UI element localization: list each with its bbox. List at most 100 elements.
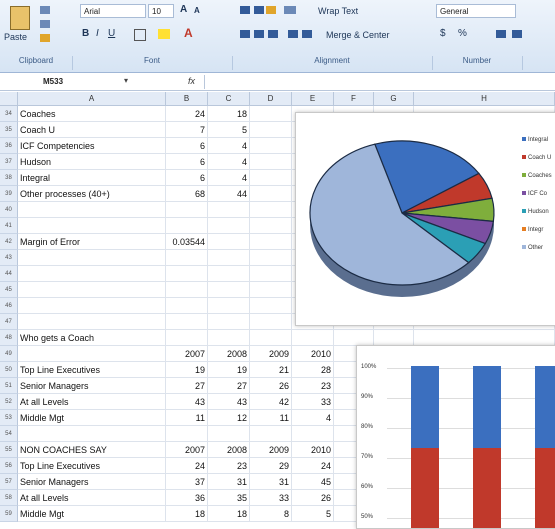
cell-c[interactable] bbox=[208, 266, 250, 282]
cell-e[interactable]: 28 bbox=[292, 362, 334, 378]
row-header[interactable]: 51 bbox=[0, 378, 18, 394]
cell-a[interactable]: NON COACHES SAY bbox=[18, 442, 166, 458]
name-box[interactable]: M533 bbox=[40, 75, 120, 89]
cell-d[interactable]: 26 bbox=[250, 378, 292, 394]
cell-d[interactable] bbox=[250, 330, 292, 346]
cell-a[interactable] bbox=[18, 218, 166, 234]
row-header[interactable]: 40 bbox=[0, 202, 18, 218]
bar-segment-top[interactable] bbox=[473, 366, 501, 448]
bar-segment-bottom[interactable] bbox=[473, 448, 501, 528]
formula-input[interactable] bbox=[204, 75, 555, 89]
bar-segment-top[interactable] bbox=[535, 366, 555, 448]
increase-indent-icon[interactable] bbox=[302, 30, 312, 38]
cell-b[interactable]: 43 bbox=[166, 394, 208, 410]
cell-d[interactable] bbox=[250, 218, 292, 234]
cell-a[interactable]: Senior Managers bbox=[18, 474, 166, 490]
font-size-select[interactable]: 10 bbox=[148, 4, 174, 18]
row-header[interactable]: 49 bbox=[0, 346, 18, 362]
row-header[interactable]: 41 bbox=[0, 218, 18, 234]
cell-e[interactable]: 24 bbox=[292, 458, 334, 474]
cell-a[interactable] bbox=[18, 298, 166, 314]
cell-e[interactable]: 4 bbox=[292, 410, 334, 426]
row-header[interactable]: 48 bbox=[0, 330, 18, 346]
row-header[interactable]: 34 bbox=[0, 106, 18, 122]
cell-b[interactable] bbox=[166, 250, 208, 266]
decrease-indent-icon[interactable] bbox=[288, 30, 298, 38]
cell-f[interactable] bbox=[334, 330, 374, 346]
cell-a[interactable]: At all Levels bbox=[18, 490, 166, 506]
row-header[interactable]: 57 bbox=[0, 474, 18, 490]
grow-font-icon[interactable]: A bbox=[180, 4, 187, 15]
column-header-b[interactable]: B bbox=[166, 92, 208, 106]
cell-b[interactable]: 6 bbox=[166, 138, 208, 154]
cell-c[interactable]: 31 bbox=[208, 474, 250, 490]
cell-a[interactable]: Coaches bbox=[18, 106, 166, 122]
copy-icon[interactable] bbox=[40, 20, 50, 28]
cell-b[interactable]: 37 bbox=[166, 474, 208, 490]
number-format-select[interactable]: General bbox=[436, 4, 516, 18]
cell-b[interactable]: 2007 bbox=[166, 442, 208, 458]
cell-b[interactable] bbox=[166, 218, 208, 234]
cell-c[interactable]: 18 bbox=[208, 506, 250, 522]
row-header[interactable]: 36 bbox=[0, 138, 18, 154]
font-color-icon[interactable]: A bbox=[184, 26, 193, 40]
bold-button[interactable]: B bbox=[82, 28, 89, 39]
row-header[interactable]: 37 bbox=[0, 154, 18, 170]
percent-button[interactable]: % bbox=[458, 28, 467, 39]
cell-d[interactable]: 31 bbox=[250, 474, 292, 490]
column-header-f[interactable]: F bbox=[334, 92, 374, 106]
cell-b[interactable]: 11 bbox=[166, 410, 208, 426]
cell-b[interactable]: 27 bbox=[166, 378, 208, 394]
align-bottom-icon[interactable] bbox=[266, 6, 276, 14]
bar-segment-bottom[interactable] bbox=[411, 448, 439, 528]
row-header[interactable]: 47 bbox=[0, 314, 18, 330]
row-header[interactable]: 53 bbox=[0, 410, 18, 426]
cell-a[interactable]: Margin of Error bbox=[18, 234, 166, 250]
cell-h[interactable] bbox=[414, 330, 555, 346]
orientation-icon[interactable] bbox=[284, 6, 296, 14]
cell-d[interactable] bbox=[250, 314, 292, 330]
merge-center-button[interactable]: Merge & Center bbox=[326, 30, 390, 40]
wrap-text-button[interactable]: Wrap Text bbox=[318, 6, 358, 16]
cell-a[interactable]: Top Line Executives bbox=[18, 362, 166, 378]
cell-c[interactable] bbox=[208, 330, 250, 346]
chevron-down-icon[interactable]: ▾ bbox=[124, 76, 128, 85]
cell-c[interactable] bbox=[208, 202, 250, 218]
cell-b[interactable] bbox=[166, 266, 208, 282]
cell-a[interactable]: Middle Mgt bbox=[18, 506, 166, 522]
cell-c[interactable] bbox=[208, 314, 250, 330]
cell-d[interactable]: 8 bbox=[250, 506, 292, 522]
increase-decimal-icon[interactable] bbox=[496, 30, 506, 38]
cell-b[interactable] bbox=[166, 314, 208, 330]
cell-c[interactable] bbox=[208, 250, 250, 266]
column-header-d[interactable]: D bbox=[250, 92, 292, 106]
row-header[interactable]: 35 bbox=[0, 122, 18, 138]
cell-a[interactable] bbox=[18, 250, 166, 266]
cell-d[interactable]: 2009 bbox=[250, 442, 292, 458]
cell-e[interactable] bbox=[292, 330, 334, 346]
cell-d[interactable]: 29 bbox=[250, 458, 292, 474]
cell-e[interactable]: 2010 bbox=[292, 442, 334, 458]
paste-button[interactable]: Paste bbox=[4, 4, 38, 48]
cell-b[interactable] bbox=[166, 330, 208, 346]
cell-d[interactable]: 21 bbox=[250, 362, 292, 378]
underline-button[interactable]: U bbox=[108, 28, 115, 39]
cell-b[interactable]: 18 bbox=[166, 506, 208, 522]
cell-b[interactable]: 7 bbox=[166, 122, 208, 138]
cell-a[interactable] bbox=[18, 426, 166, 442]
cell-a[interactable]: Middle Mgt bbox=[18, 410, 166, 426]
bar-segment-top[interactable] bbox=[411, 366, 439, 448]
cell-b[interactable] bbox=[166, 426, 208, 442]
row-header[interactable]: 45 bbox=[0, 282, 18, 298]
row-header[interactable]: 58 bbox=[0, 490, 18, 506]
cell-c[interactable]: 23 bbox=[208, 458, 250, 474]
cell-c[interactable] bbox=[208, 218, 250, 234]
cell-e[interactable]: 5 bbox=[292, 506, 334, 522]
cell-c[interactable]: 19 bbox=[208, 362, 250, 378]
row-header[interactable]: 38 bbox=[0, 170, 18, 186]
cell-a[interactable]: Who gets a Coach bbox=[18, 330, 166, 346]
cell-e[interactable]: 2010 bbox=[292, 346, 334, 362]
cell-b[interactable]: 2007 bbox=[166, 346, 208, 362]
align-left-icon[interactable] bbox=[240, 30, 250, 38]
cell-a[interactable] bbox=[18, 314, 166, 330]
